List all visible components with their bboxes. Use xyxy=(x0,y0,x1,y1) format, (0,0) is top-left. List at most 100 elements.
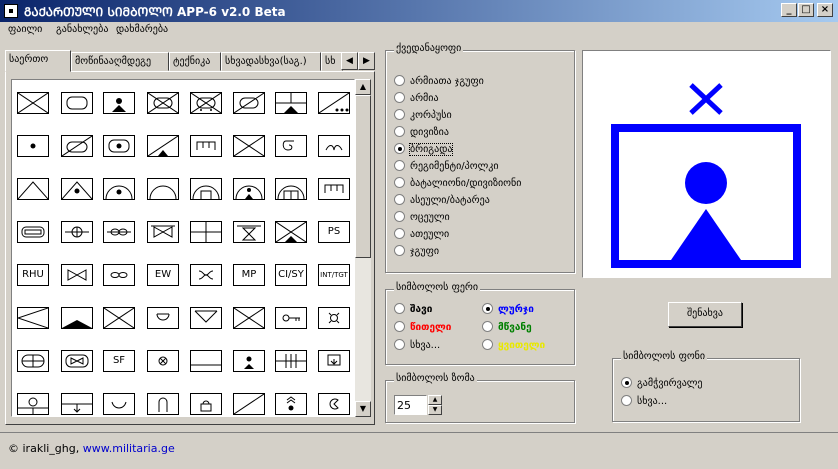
symbol-valve[interactable] xyxy=(233,221,265,243)
symbol-arc[interactable] xyxy=(147,178,179,200)
symbol-mp[interactable]: MP xyxy=(233,264,265,286)
symbol-motorized[interactable] xyxy=(190,92,222,114)
radio-company[interactable]: ასეული/ბატარეა xyxy=(394,194,490,206)
symbol-medical[interactable] xyxy=(103,92,135,114)
scroll-up-icon[interactable]: ▲ xyxy=(355,79,371,95)
tab-enemy[interactable]: მოწინააღმდეგე xyxy=(71,52,169,71)
symbol-wheels[interactable] xyxy=(103,221,135,243)
symbol-pill[interactable] xyxy=(17,350,49,372)
radio-army[interactable]: არმია xyxy=(394,92,439,104)
symbol-cavalry[interactable] xyxy=(233,92,265,114)
symbol-armor[interactable] xyxy=(61,92,93,114)
symbol-x-box[interactable] xyxy=(233,307,265,329)
symbol-scrollbar[interactable]: ▲ ▼ xyxy=(355,79,371,417)
tab-misc[interactable]: სხვადასხვა(საგ.) xyxy=(221,52,321,71)
symbol-medic-wedge[interactable] xyxy=(61,307,93,329)
save-button[interactable]: შენახვა xyxy=(668,302,742,327)
symbol-hourglass[interactable] xyxy=(61,264,93,286)
tab-equipment[interactable]: ტექნიკა xyxy=(169,52,221,71)
tab-scroll-left-icon[interactable]: ◀ xyxy=(341,52,358,70)
symbol-lock[interactable] xyxy=(190,393,222,415)
symbol-army-group[interactable] xyxy=(17,92,49,114)
symbol-cup[interactable] xyxy=(103,393,135,415)
symbol-x-diamond[interactable] xyxy=(103,307,135,329)
website-link[interactable]: www.militaria.ge xyxy=(83,442,175,455)
spin-up-icon[interactable]: ▲ xyxy=(428,395,442,405)
radio-color-yellow[interactable]: ყვითელი xyxy=(482,339,545,351)
symbol-int-tgt[interactable]: INT/TGT xyxy=(318,264,350,286)
symbol-bridge-2[interactable] xyxy=(318,178,350,200)
radio-bg-other[interactable]: სხვა... xyxy=(621,395,667,407)
symbol-pacman[interactable] xyxy=(318,393,350,415)
symbol-down-arrow[interactable] xyxy=(61,393,93,415)
symbol-rhu[interactable]: RHU xyxy=(17,264,49,286)
symbol-crossed[interactable] xyxy=(233,135,265,157)
radio-team[interactable]: ჯგუფი xyxy=(394,245,439,257)
symbol-mountain[interactable] xyxy=(318,92,350,114)
radio-division[interactable]: დივიზია xyxy=(394,126,449,138)
tab-general[interactable]: საერთო xyxy=(5,50,71,72)
symbol-armored-infantry[interactable] xyxy=(147,92,179,114)
radio-army-group[interactable]: არმიათა ჯგუფი xyxy=(394,75,484,87)
symbol-sun[interactable] xyxy=(318,307,350,329)
radio-color-red[interactable]: წითელი xyxy=(394,321,451,333)
symbol-ew[interactable]: EW xyxy=(147,264,179,286)
symbol-ps[interactable]: PS xyxy=(318,221,350,243)
symbol-bracket[interactable] xyxy=(190,264,222,286)
symbol-sf[interactable]: SF xyxy=(103,350,135,372)
symbol-signal[interactable] xyxy=(275,92,307,114)
radio-color-blue[interactable]: ლურჯი xyxy=(482,303,534,315)
radio-color-other[interactable]: სხვა... xyxy=(394,339,440,351)
symbol-arc-bridge[interactable] xyxy=(190,178,222,200)
tab-scroll-right-icon[interactable]: ▶ xyxy=(358,52,375,70)
menu-file[interactable]: ფაილი xyxy=(8,24,42,35)
symbol-armor-recon[interactable] xyxy=(61,135,93,157)
radio-color-green[interactable]: მწვანე xyxy=(482,321,532,333)
symbol-arc-medic[interactable] xyxy=(233,178,265,200)
symbol-triangle-dot[interactable] xyxy=(61,178,93,200)
scroll-down-icon[interactable]: ▼ xyxy=(355,401,371,417)
radio-squad[interactable]: ათეული xyxy=(394,228,449,240)
symbol-hook[interactable] xyxy=(275,135,307,157)
symbol-triangle[interactable] xyxy=(17,178,49,200)
symbol-ellipses[interactable] xyxy=(103,264,135,286)
symbol-hq[interactable] xyxy=(17,135,49,157)
symbol-arc-double[interactable] xyxy=(275,178,307,200)
minimize-button[interactable]: _ xyxy=(781,3,797,17)
symbol-box-arrow[interactable] xyxy=(318,350,350,372)
symbol-medic-dot[interactable] xyxy=(233,350,265,372)
symbol-key[interactable] xyxy=(275,307,307,329)
symbol-airborne[interactable] xyxy=(318,135,350,157)
symbol-size-spinner[interactable]: 25 ▲ ▼ xyxy=(394,395,442,415)
symbol-half-circle[interactable] xyxy=(147,307,179,329)
radio-brigade[interactable]: ბრიგადა xyxy=(394,143,454,156)
symbol-door[interactable] xyxy=(147,393,179,415)
scroll-thumb[interactable] xyxy=(355,95,371,258)
symbol-left-wedge[interactable] xyxy=(17,307,49,329)
radio-corps[interactable]: კორპუსი xyxy=(394,109,452,121)
symbol-v-shape[interactable] xyxy=(190,307,222,329)
symbol-bridge[interactable] xyxy=(190,135,222,157)
title-bar[interactable]: ᲒᲐᲥᲐᲠᲗᲣᲚᲘ ᲡᲘᲛᲑᲝᲚᲝ APP-6 v2.0 Beta _ □ × xyxy=(0,0,838,22)
symbol-stack-dot[interactable] xyxy=(275,393,307,415)
close-button[interactable]: × xyxy=(817,3,833,17)
symbol-wheel-cross[interactable] xyxy=(61,221,93,243)
symbol-hash[interactable] xyxy=(275,350,307,372)
symbol-recon-medic[interactable] xyxy=(147,135,179,157)
symbol-arc-dot[interactable] xyxy=(103,178,135,200)
symbol-plus[interactable] xyxy=(190,221,222,243)
symbol-slash[interactable] xyxy=(233,393,265,415)
radio-bg-transparent[interactable]: გამჭვირვალე xyxy=(621,377,703,389)
radio-platoon[interactable]: ოცეული xyxy=(394,211,450,223)
symbol-armor-hq[interactable] xyxy=(103,135,135,157)
symbol-size-input[interactable]: 25 xyxy=(394,395,427,415)
symbol-bowtie[interactable] xyxy=(147,221,179,243)
spin-down-icon[interactable]: ▼ xyxy=(428,405,442,415)
symbol-circle-dot[interactable] xyxy=(17,393,49,415)
menu-update[interactable]: განახლება xyxy=(56,24,108,35)
radio-color-black[interactable]: შავი xyxy=(394,303,432,315)
symbol-circle-star[interactable] xyxy=(147,350,179,372)
symbol-x-triangle[interactable] xyxy=(275,221,307,243)
symbol-underline[interactable] xyxy=(190,350,222,372)
radio-battalion[interactable]: ბატალიონი/დივიზიონი xyxy=(394,177,521,189)
